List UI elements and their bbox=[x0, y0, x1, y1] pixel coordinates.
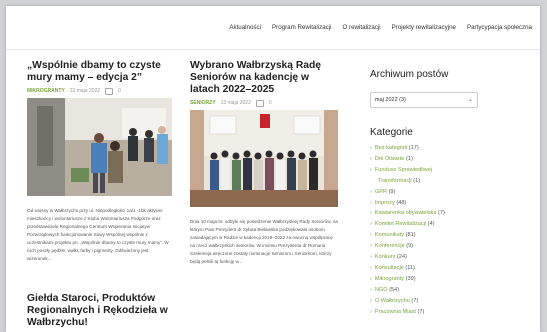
chevron-right-icon: › bbox=[370, 275, 372, 282]
post-excerpt: Dnia 10 maja br. odbyło się posiedzenie … bbox=[190, 219, 338, 264]
post-excerpt: Od wiosny w Wałbrzychu przy ul. Niepodle… bbox=[27, 208, 169, 261]
category-count: (17) bbox=[408, 145, 419, 151]
post-date: 23 maja 2022 bbox=[69, 87, 101, 94]
category-count: (81) bbox=[405, 232, 416, 239]
chevron-right-icon: › bbox=[370, 166, 372, 173]
nav-item-o-rewitalizacji[interactable]: O rewitalizacji bbox=[343, 24, 381, 31]
post-photo-mural bbox=[27, 98, 172, 196]
nav-item-aktualnosci[interactable]: Aktualności bbox=[229, 24, 261, 31]
category-item[interactable]: › Dni Otwarte (1) bbox=[370, 154, 478, 165]
nav-item-program-rewitalizacji[interactable]: Program Rewitalizacji bbox=[272, 24, 332, 31]
chevron-down-icon: ⌄ bbox=[467, 97, 473, 103]
post-card: Giełda Staroci, Produktów Regionalnych i… bbox=[27, 293, 172, 329]
post-meta: MIKROGRANTY 23 maja 2022 0 bbox=[27, 87, 172, 95]
category-count: (39) bbox=[405, 275, 416, 282]
category-item[interactable]: › Pracownia Miast (7) bbox=[370, 307, 478, 318]
category-item[interactable]: › Konkurs (24) bbox=[370, 252, 478, 263]
category-item[interactable]: › NGO (54) bbox=[370, 285, 478, 296]
category-count: (1) bbox=[413, 177, 421, 184]
category-name: Fundusz Sprawiedliwej bbox=[374, 166, 433, 173]
post-meta: SENIORZY 13 maja 2022 0 bbox=[190, 99, 338, 107]
category-name: Konkurs bbox=[374, 254, 396, 261]
chevron-right-icon: › bbox=[370, 145, 372, 151]
chevron-right-icon: › bbox=[370, 221, 372, 228]
category-item[interactable]: › O Wałbrzychu (7) bbox=[370, 296, 478, 307]
chevron-right-icon: › bbox=[370, 199, 372, 206]
sidebar: Archiwum postów maj 2022 (3) ⌄ Kategorie… bbox=[370, 69, 478, 318]
category-count: (11) bbox=[405, 264, 415, 271]
post-card: Wybrano Wałbrzyską Radę Seniorów na kade… bbox=[190, 60, 338, 266]
category-item[interactable]: › Imprezy (48) bbox=[370, 198, 478, 209]
archive-selected-value: maj 2022 (3) bbox=[375, 97, 406, 103]
category-count: (9) bbox=[406, 243, 414, 250]
category-item[interactable]: › GPR (9) bbox=[370, 187, 478, 198]
chevron-right-icon: › bbox=[370, 254, 372, 261]
post-card: „Wspólnie dbamy to czyste mury mamy – ed… bbox=[27, 60, 172, 263]
chevron-right-icon: › bbox=[370, 155, 372, 162]
category-item[interactable]: › Mikrogranty (39) bbox=[370, 274, 478, 285]
post-date: 13 maja 2022 bbox=[220, 99, 251, 106]
post-title[interactable]: Giełda Staroci, Produktów Regionalnych i… bbox=[27, 293, 172, 329]
category-name: Bez kategorii bbox=[374, 145, 408, 151]
category-item[interactable]: › Kawiarenka obywatelska (7) bbox=[370, 208, 478, 219]
chevron-right-icon: › bbox=[370, 232, 372, 239]
post-thumbnail[interactable] bbox=[190, 110, 338, 212]
category-name: Imprezy bbox=[374, 199, 395, 206]
category-item[interactable]: › Komunikaty (81) bbox=[370, 230, 478, 241]
category-name: Kawiarenka obywatelska bbox=[374, 210, 437, 217]
category-count: (7) bbox=[411, 297, 419, 304]
post-thumbnail[interactable] bbox=[27, 98, 172, 201]
category-count: (7) bbox=[417, 308, 425, 315]
comment-icon bbox=[255, 100, 264, 107]
archive-select[interactable]: maj 2022 (3) ⌄ bbox=[370, 92, 478, 108]
category-name: Konsultacje bbox=[374, 264, 404, 271]
category-count: (1) bbox=[405, 155, 413, 162]
chevron-right-icon: › bbox=[370, 188, 372, 195]
category-item[interactable]: › Konsultacje (11) bbox=[370, 263, 478, 274]
category-item[interactable]: › Komitet Rewitalizacji (4) bbox=[370, 219, 478, 230]
post-category[interactable]: SENIORZY bbox=[190, 100, 216, 106]
category-list: › Bez kategorii (17) › Dni Otwarte (1) › Fu… bbox=[370, 143, 478, 318]
category-item-continued[interactable]: Transformacji (1) bbox=[370, 176, 478, 187]
category-name: Transformacji bbox=[378, 177, 412, 184]
chevron-right-icon: › bbox=[370, 286, 372, 293]
nav-item-partycypacja[interactable]: Partycypacja społeczna bbox=[467, 24, 532, 31]
page: Aktualności Program Rewitalizacji O rewi… bbox=[6, 6, 540, 332]
category-count: (9) bbox=[388, 188, 396, 195]
chevron-right-icon: › bbox=[370, 297, 372, 304]
category-count: (48) bbox=[396, 199, 407, 206]
category-name: Mikrogranty bbox=[374, 275, 405, 282]
category-item[interactable]: › Fundusz Sprawiedliwej bbox=[370, 165, 478, 176]
category-name: Konferencje bbox=[374, 243, 405, 250]
category-count: (54) bbox=[389, 286, 400, 293]
chevron-right-icon: › bbox=[370, 243, 372, 250]
comment-count: 0 bbox=[268, 99, 272, 106]
category-name: GPR bbox=[374, 188, 387, 195]
chevron-right-icon: › bbox=[370, 210, 372, 217]
top-navigation: Aktualności Program Rewitalizacji O rewi… bbox=[6, 6, 540, 50]
category-name: Dni Otwarte bbox=[374, 155, 405, 162]
post-title[interactable]: Wybrano Wałbrzyską Radę Seniorów na kade… bbox=[190, 60, 338, 96]
category-name: Pracownia Miast bbox=[374, 308, 416, 315]
comment-icon bbox=[105, 88, 114, 95]
post-category[interactable]: MIKROGRANTY bbox=[27, 88, 65, 94]
category-count: (7) bbox=[438, 210, 445, 217]
category-item[interactable]: › Konferencje (9) bbox=[370, 241, 478, 252]
categories-title: Kategorie bbox=[370, 127, 413, 138]
category-count: (4) bbox=[427, 221, 435, 228]
post-photo-group bbox=[190, 110, 338, 207]
category-name: NGO bbox=[374, 286, 388, 293]
nav-item-projekty[interactable]: Projekty rewitalizacyjne bbox=[392, 24, 456, 31]
category-name: Komunikaty bbox=[374, 232, 405, 239]
category-name: O Wałbrzychu bbox=[374, 297, 410, 304]
category-item[interactable]: › Bez kategorii (17) bbox=[370, 143, 478, 154]
category-name: Komitet Rewitalizacji bbox=[374, 221, 427, 228]
post-title[interactable]: „Wspólnie dbamy to czyste mury mamy – ed… bbox=[27, 60, 172, 84]
comment-count: 0 bbox=[118, 87, 121, 94]
archive-title: Archiwum postów bbox=[370, 69, 449, 80]
chevron-right-icon: › bbox=[370, 308, 372, 315]
category-count: (24) bbox=[396, 254, 407, 261]
chevron-right-icon: › bbox=[370, 264, 372, 271]
